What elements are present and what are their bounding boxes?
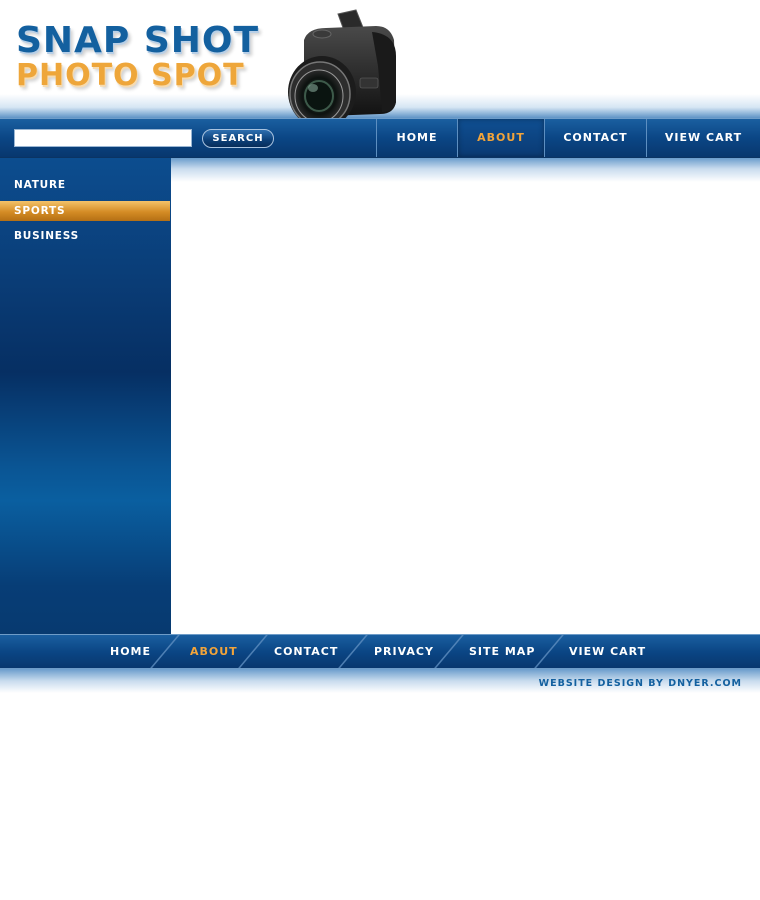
search-button[interactable]: SEARCH <box>202 129 274 148</box>
footer-credit-link[interactable]: WEBSITE DESIGN BY DNYER.COM <box>539 678 742 689</box>
camera-icon <box>288 9 396 128</box>
sidebar-item-sports[interactable]: SPORTS <box>0 201 170 221</box>
search-input[interactable] <box>14 129 192 147</box>
content-sheen <box>171 158 760 182</box>
top-navigation-bar: SEARCH HOME ABOUT CONTACT VIEW CART <box>0 118 760 158</box>
bottom-nav-divider <box>534 635 564 668</box>
top-nav-contact[interactable]: CONTACT <box>544 119 646 157</box>
bottom-nav-divider <box>338 635 368 668</box>
sidebar-item-nature[interactable]: NATURE <box>0 175 170 195</box>
bottom-nav-contact[interactable]: CONTACT <box>274 635 338 668</box>
bottom-nav-privacy[interactable]: PRIVACY <box>374 635 434 668</box>
bottom-nav-divider <box>150 635 180 668</box>
sidebar: NATURE SPORTS BUSINESS <box>0 158 171 634</box>
bottom-nav-site-map[interactable]: SITE MAP <box>469 635 535 668</box>
logo-subtitle: PHOTO SPOT <box>16 58 245 93</box>
bottom-nav-divider <box>434 635 464 668</box>
top-nav-view-cart[interactable]: VIEW CART <box>646 119 760 157</box>
main-content <box>171 158 760 634</box>
bottom-nav-about[interactable]: ABOUT <box>190 635 238 668</box>
logo-title: SNAP SHOT <box>16 20 260 61</box>
top-nav-home[interactable]: HOME <box>376 119 457 157</box>
bottom-nav-divider <box>238 635 268 668</box>
bottom-nav-home[interactable]: HOME <box>110 635 151 668</box>
top-nav-about[interactable]: ABOUT <box>457 119 544 157</box>
bottom-navigation-bar: HOME ABOUT CONTACT PRIVACY SITE MAP VIEW… <box>0 634 760 669</box>
bottom-nav-view-cart[interactable]: VIEW CART <box>569 635 646 668</box>
sidebar-item-business[interactable]: BUSINESS <box>0 226 170 246</box>
